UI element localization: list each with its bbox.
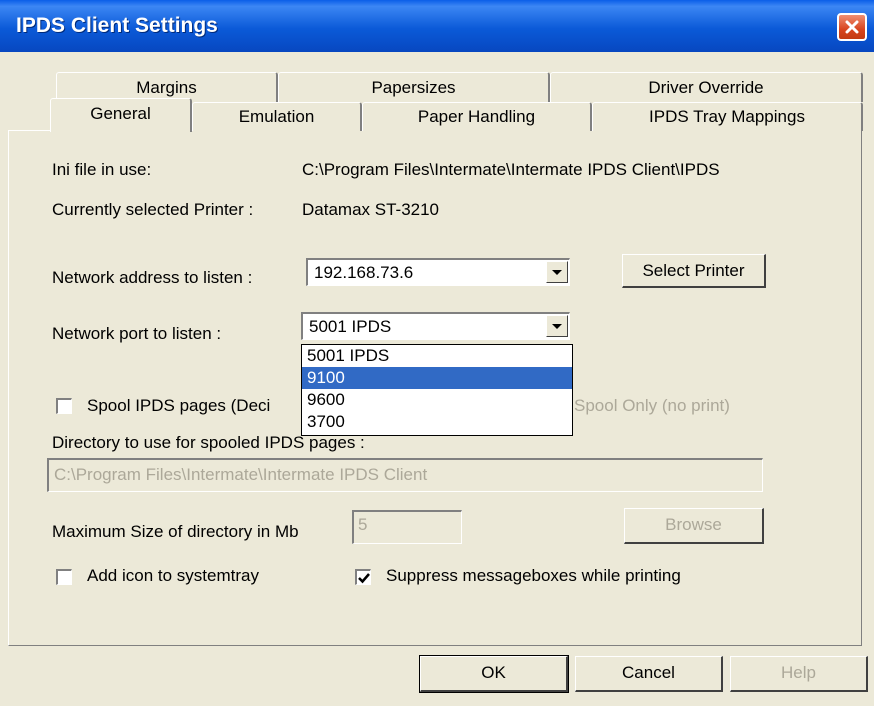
suppress-checkbox[interactable] [355, 569, 371, 585]
spool-only-label: Spool Only (no print) [574, 396, 730, 415]
close-icon [845, 20, 859, 34]
checkmark-icon [358, 573, 370, 584]
max-size-label: Maximum Size of directory in Mb [52, 522, 299, 541]
tab-driver-override[interactable]: Driver Override [550, 72, 863, 102]
port-dropdown-list: 5001 IPDS 9100 9600 3700 [301, 344, 573, 436]
tab-emulation[interactable]: Emulation [192, 102, 362, 131]
tab-ipds-tray-mappings[interactable]: IPDS Tray Mappings [592, 102, 863, 131]
tab-papersizes[interactable]: Papersizes [278, 72, 550, 102]
title-bar[interactable]: IPDS Client Settings [0, 0, 874, 52]
printer-value: Datamax ST-3210 [302, 200, 440, 219]
ini-file-label: Ini file in use: [52, 160, 152, 179]
ok-button[interactable]: OK [419, 655, 569, 693]
chevron-down-icon[interactable] [546, 315, 568, 337]
ipds-client-settings-dialog: IPDS Client Settings Margins Papersizes … [0, 0, 874, 706]
browse-button: Browse [624, 508, 764, 544]
network-address-label: Network address to listen : [52, 268, 253, 287]
window-title: IPDS Client Settings [16, 14, 218, 37]
cancel-button[interactable]: Cancel [575, 656, 723, 692]
systray-checkbox[interactable] [56, 569, 72, 585]
spool-checkbox[interactable] [56, 398, 72, 414]
suppress-label: Suppress messageboxes while printing [386, 566, 681, 585]
port-option[interactable]: 3700 [302, 411, 572, 433]
max-size-field: 5 [352, 510, 462, 544]
network-port-label: Network port to listen : [52, 324, 222, 343]
tab-paper-handling[interactable]: Paper Handling [362, 102, 592, 131]
select-printer-button[interactable]: Select Printer [622, 254, 766, 288]
directory-field: C:\Program Files\Intermate\Intermate IPD… [47, 458, 763, 492]
systray-label: Add icon to systemtray [87, 566, 259, 585]
printer-label: Currently selected Printer : [52, 200, 254, 219]
ini-file-value: C:\Program Files\Intermate\Intermate IPD… [302, 160, 720, 179]
network-address-value: 192.168.73.6 [314, 263, 414, 282]
close-button[interactable] [837, 13, 867, 41]
network-address-combo[interactable]: 192.168.73.6 [306, 258, 570, 286]
network-port-combo[interactable]: 5001 IPDS [301, 312, 570, 340]
port-option[interactable]: 5001 IPDS [302, 345, 572, 367]
port-option[interactable]: 9600 [302, 389, 572, 411]
tab-general[interactable]: General [50, 98, 192, 132]
port-option-selected[interactable]: 9100 [302, 367, 572, 389]
help-button: Help [730, 656, 868, 692]
chevron-down-icon[interactable] [546, 261, 568, 283]
network-port-value: 5001 IPDS [309, 317, 392, 336]
directory-label: Directory to use for spooled IPDS pages … [52, 433, 365, 452]
spool-label: Spool IPDS pages (Deci [87, 396, 271, 415]
